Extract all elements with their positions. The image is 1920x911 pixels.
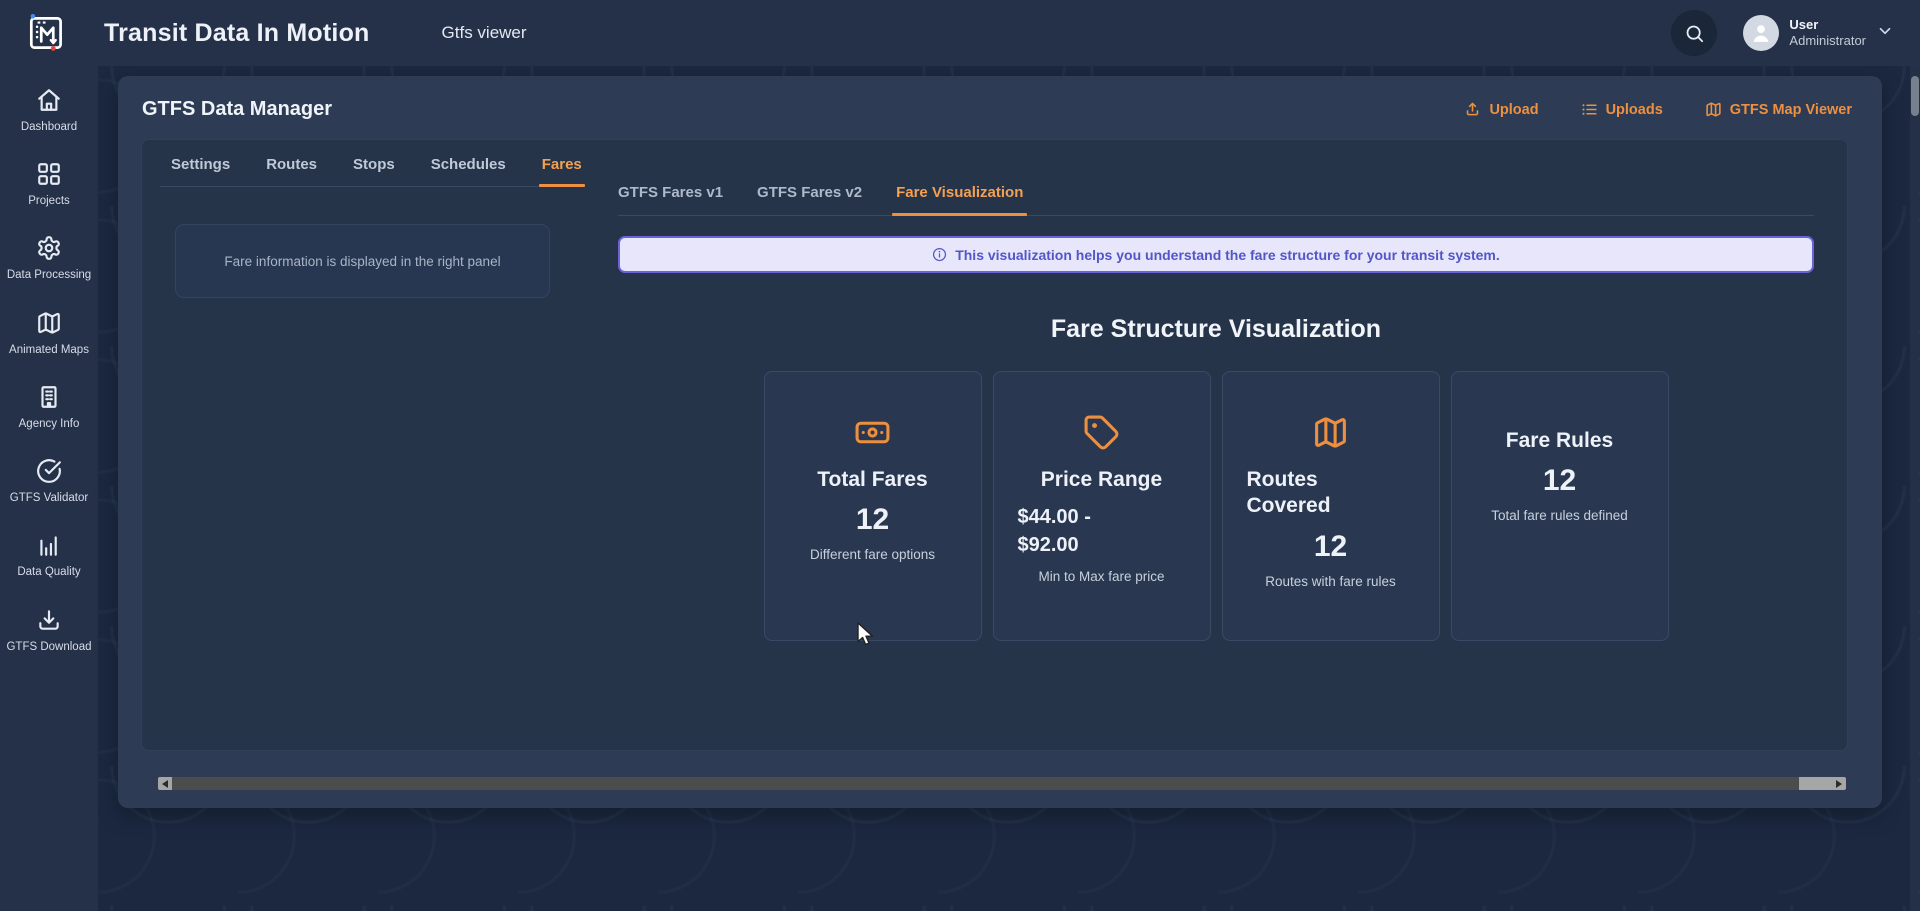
banknote-icon xyxy=(854,414,891,451)
fares-subtab-bar: GTFS Fares v1 GTFS Fares v2 Fare Visuali… xyxy=(618,184,1814,216)
map-icon xyxy=(1705,101,1722,118)
sidebar-item-agency-info[interactable]: Agency Info xyxy=(0,371,98,445)
page-subtitle: Gtfs viewer xyxy=(442,23,527,43)
user-name: User xyxy=(1789,17,1866,33)
tab-schedules[interactable]: Schedules xyxy=(431,156,506,186)
subtab-gtfs-fares-v2[interactable]: GTFS Fares v2 xyxy=(757,184,862,215)
scroll-left-arrow-icon[interactable] xyxy=(158,777,172,790)
uploads-button[interactable]: Uploads xyxy=(1581,101,1663,118)
stat-card-fare-rules: Fare Rules 12 Total fare rules defined xyxy=(1451,371,1669,641)
grid-icon xyxy=(36,161,62,187)
horizontal-scrollbar-track[interactable] xyxy=(172,777,1832,790)
horizontal-scrollbar[interactable] xyxy=(158,777,1846,790)
horizontal-scrollbar-thumb[interactable] xyxy=(172,777,1799,790)
chevron-down-icon xyxy=(1876,22,1894,45)
map-icon xyxy=(1312,414,1349,451)
sidebar-item-data-quality[interactable]: Data Quality xyxy=(0,519,98,593)
tab-settings[interactable]: Settings xyxy=(171,156,230,186)
home-icon xyxy=(36,87,62,113)
tab-fares[interactable]: Fares xyxy=(542,156,582,186)
fares-right-column: GTFS Fares v1 GTFS Fares v2 Fare Visuali… xyxy=(591,140,1847,750)
subtab-fare-visualization[interactable]: Fare Visualization xyxy=(896,184,1023,215)
tab-stops[interactable]: Stops xyxy=(353,156,395,186)
fare-stat-cards: Total Fares 12 Different fare options Pr… xyxy=(618,371,1814,641)
stat-card-routes-covered: Routes Covered 12 Routes with fare rules xyxy=(1222,371,1440,641)
search-icon xyxy=(1684,23,1705,44)
search-button[interactable] xyxy=(1671,10,1717,56)
vertical-scrollbar[interactable] xyxy=(1910,66,1920,911)
top-header: Transit Data In Motion Gtfs viewer User … xyxy=(0,0,1920,66)
stat-card-total-fares: Total Fares 12 Different fare options xyxy=(764,371,982,641)
info-icon xyxy=(932,247,947,262)
sidebar: Dashboard Projects Data Processing Anima… xyxy=(0,66,98,911)
gtfs-data-manager-card: GTFS Data Manager Upload Uploads xyxy=(118,76,1882,808)
fares-left-column: Settings Routes Stops Schedules Fares Fa… xyxy=(142,140,591,750)
user-role: Administrator xyxy=(1789,33,1866,49)
scroll-right-arrow-icon[interactable] xyxy=(1832,777,1846,790)
fare-info-placeholder: Fare information is displayed in the rig… xyxy=(175,224,550,298)
map-icon xyxy=(36,310,62,336)
stat-card-price-range: Price Range $44.00 - $92.00 Min to Max f… xyxy=(993,371,1211,641)
sidebar-item-animated-maps[interactable]: Animated Maps xyxy=(0,297,98,371)
fares-panel: Settings Routes Stops Schedules Fares Fa… xyxy=(141,139,1848,751)
manager-tab-bar: Settings Routes Stops Schedules Fares xyxy=(160,156,569,187)
info-banner: This visualization helps you understand … xyxy=(618,236,1814,273)
building-icon xyxy=(36,384,62,410)
subtab-gtfs-fares-v1[interactable]: GTFS Fares v1 xyxy=(618,184,723,215)
gtfs-map-viewer-button[interactable]: GTFS Map Viewer xyxy=(1705,101,1852,118)
bar-chart-icon xyxy=(36,532,62,558)
vertical-scrollbar-thumb[interactable] xyxy=(1911,76,1919,116)
visualization-title: Fare Structure Visualization xyxy=(618,315,1814,344)
tab-routes[interactable]: Routes xyxy=(266,156,317,186)
sidebar-item-data-processing[interactable]: Data Processing xyxy=(0,222,98,296)
sidebar-item-gtfs-validator[interactable]: GTFS Validator xyxy=(0,445,98,519)
manager-actions: Upload Uploads GTFS Map Viewer xyxy=(1464,101,1852,118)
tag-icon xyxy=(1083,414,1120,451)
app-logo xyxy=(24,10,70,56)
gear-icon xyxy=(36,235,62,261)
sidebar-item-projects[interactable]: Projects xyxy=(0,148,98,222)
download-icon xyxy=(36,607,62,633)
sidebar-item-dashboard[interactable]: Dashboard xyxy=(0,74,98,148)
avatar xyxy=(1743,15,1779,51)
person-icon xyxy=(1748,20,1774,46)
app-title: Transit Data In Motion xyxy=(104,19,370,48)
list-icon xyxy=(1581,101,1598,118)
user-menu[interactable]: User Administrator xyxy=(1743,15,1894,51)
main-content: GTFS Data Manager Upload Uploads xyxy=(98,66,1920,911)
check-circle-icon xyxy=(36,458,62,484)
upload-icon xyxy=(1464,101,1481,118)
sidebar-item-gtfs-download[interactable]: GTFS Download xyxy=(0,594,98,668)
upload-button[interactable]: Upload xyxy=(1464,101,1538,118)
page-title: GTFS Data Manager xyxy=(142,98,332,121)
